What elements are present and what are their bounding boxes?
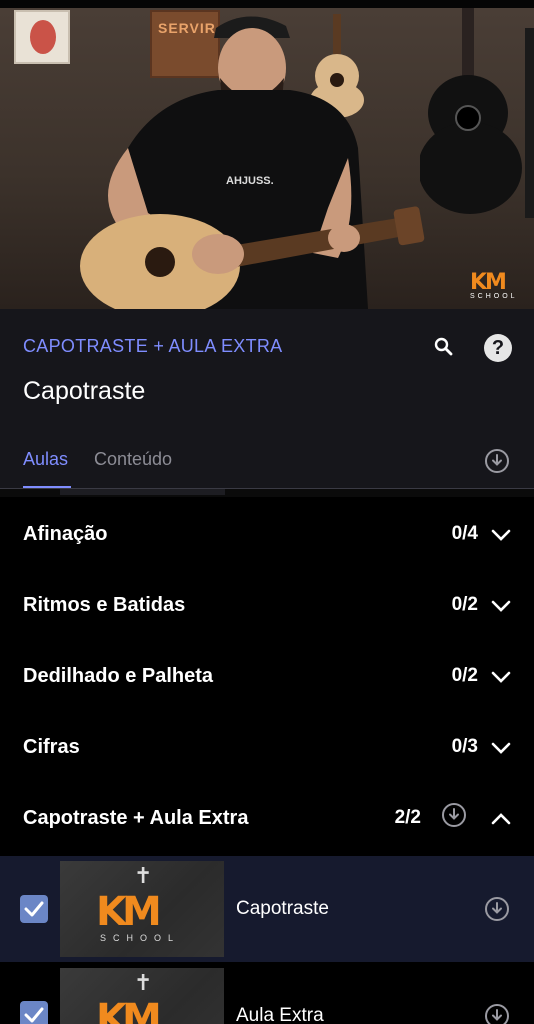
- svg-text:AHJUSS.: AHJUSS.: [226, 175, 274, 187]
- thumbnail-logo-text: KM: [96, 889, 162, 935]
- lesson-row-capotraste[interactable]: ✝ KM SCHOOL Capotraste: [0, 856, 534, 962]
- completed-checkbox[interactable]: [20, 895, 48, 923]
- km-school-logo: KM SCHOOL: [470, 270, 526, 301]
- section-afinacao[interactable]: Afinação 0/4: [0, 499, 534, 570]
- download-icon[interactable]: [485, 449, 509, 473]
- tab-conteudo[interactable]: Conteúdo: [94, 449, 172, 470]
- section-progress: 0/2: [451, 665, 478, 686]
- wall-picture: [14, 10, 70, 64]
- course-title: CAPOTRASTE + AULA EXTRA: [23, 336, 283, 356]
- completed-checkbox[interactable]: [20, 1001, 48, 1024]
- guitar-on-wall-image: [420, 8, 534, 218]
- logo-subtext: SCHOOL: [470, 293, 518, 300]
- chevron-down-icon[interactable]: [491, 742, 511, 754]
- section-ritmos[interactable]: Ritmos e Batidas 0/2: [0, 570, 534, 641]
- lesson-title: Capotraste: [23, 377, 146, 405]
- instructor-image: AHJUSS.: [80, 16, 425, 309]
- video-player[interactable]: AHJUSS. KM SCHOOL: [0, 8, 534, 309]
- section-progress: 0/2: [451, 594, 478, 615]
- section-progress: 0/4: [451, 523, 478, 544]
- thumbnail-logo-subtext: SCHOOL: [100, 933, 181, 943]
- lesson-title: Aula Extra: [236, 1005, 324, 1024]
- download-icon[interactable]: [485, 1004, 509, 1024]
- section-cifras[interactable]: Cifras 0/3: [0, 712, 534, 783]
- lessons-list: Afinação 0/4 Ritmos e Batidas 0/2 Dedilh…: [0, 489, 534, 1024]
- section-name: Capotraste + Aula Extra: [23, 807, 249, 829]
- section-name: Dedilhado e Palheta: [23, 665, 214, 687]
- tab-aulas[interactable]: Aulas: [23, 449, 68, 470]
- section-progress: 0/3: [451, 736, 478, 757]
- download-icon[interactable]: [485, 897, 509, 921]
- logo-text: KM: [470, 270, 507, 295]
- chevron-up-icon[interactable]: [491, 813, 511, 825]
- list-top-strip: [0, 489, 534, 497]
- section-name: Ritmos e Batidas: [23, 594, 186, 616]
- section-capotraste[interactable]: Capotraste + Aula Extra 2/2: [0, 783, 534, 854]
- lesson-title: Capotraste: [236, 898, 329, 919]
- section-dedilhado[interactable]: Dedilhado e Palheta 0/2: [0, 641, 534, 712]
- help-icon[interactable]: ?: [484, 334, 512, 362]
- chevron-down-icon[interactable]: [491, 529, 511, 541]
- lesson-thumbnail[interactable]: ✝ KM: [60, 968, 224, 1024]
- thumbnail-logo-text: KM: [96, 996, 162, 1024]
- lesson-header: CAPOTRASTE + AULA EXTRA Capotraste ? Aul…: [0, 309, 534, 489]
- chevron-down-icon[interactable]: [491, 671, 511, 683]
- check-icon: [24, 1007, 44, 1023]
- section-name: Cifras: [23, 736, 80, 758]
- check-icon: [24, 901, 44, 917]
- section-name: Afinação: [23, 523, 108, 545]
- search-icon[interactable]: [432, 335, 456, 359]
- lesson-row-aula-extra[interactable]: ✝ KM Aula Extra: [0, 963, 534, 1024]
- section-progress: 2/2: [394, 807, 421, 828]
- chevron-down-icon[interactable]: [491, 600, 511, 612]
- status-bar: [0, 0, 534, 8]
- video-frame: AHJUSS.: [0, 8, 534, 309]
- lesson-thumbnail[interactable]: ✝ KM SCHOOL: [60, 861, 224, 957]
- download-icon[interactable]: [442, 803, 466, 827]
